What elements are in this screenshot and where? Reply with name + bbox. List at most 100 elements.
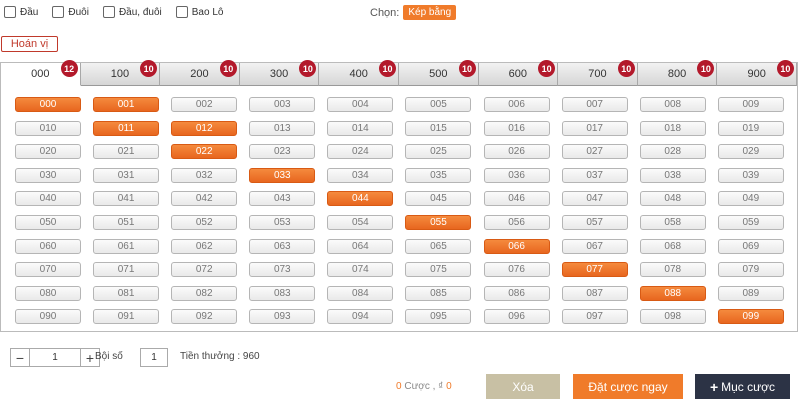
decrement-button[interactable]: − (10, 348, 30, 367)
number-cell-060[interactable]: 060 (15, 238, 81, 254)
number-cell-076[interactable]: 076 (483, 262, 550, 278)
number-cell-028[interactable]: 028 (639, 144, 706, 160)
number-cell-074[interactable]: 074 (327, 262, 394, 278)
number-cell-073[interactable]: 073 (249, 262, 316, 278)
number-cell-064[interactable]: 064 (327, 238, 394, 254)
tab-300[interactable]: 300 10 (239, 60, 320, 86)
number-cell-058[interactable]: 058 (639, 214, 706, 230)
number-cell-055[interactable]: 055 (405, 214, 472, 230)
number-cell-015[interactable]: 015 (405, 120, 472, 136)
number-cell-021[interactable]: 021 (93, 144, 160, 160)
number-cell-052[interactable]: 052 (171, 214, 238, 230)
number-cell-019[interactable]: 019 (717, 120, 784, 136)
number-cell-056[interactable]: 056 (483, 214, 550, 230)
number-cell-088[interactable]: 088 (639, 285, 706, 301)
number-cell-049[interactable]: 049 (717, 191, 784, 207)
number-cell-095[interactable]: 095 (405, 309, 472, 325)
number-cell-079[interactable]: 079 (717, 262, 784, 278)
number-cell-024[interactable]: 024 (327, 144, 394, 160)
number-cell-053[interactable]: 053 (249, 214, 316, 230)
number-cell-000[interactable]: 000 (15, 97, 81, 112)
option-dau-duoi[interactable]: Đầu, đuôi (102, 6, 162, 18)
number-cell-082[interactable]: 082 (171, 285, 238, 301)
tab-700[interactable]: 700 10 (558, 60, 638, 86)
number-cell-018[interactable]: 018 (639, 120, 706, 136)
number-cell-063[interactable]: 063 (249, 238, 316, 254)
number-cell-040[interactable]: 040 (15, 191, 81, 207)
number-cell-025[interactable]: 025 (405, 144, 472, 160)
number-cell-001[interactable]: 001 (93, 97, 160, 112)
number-cell-075[interactable]: 075 (405, 262, 472, 278)
number-cell-013[interactable]: 013 (249, 120, 316, 136)
hoan-vi-button[interactable]: Hoán vị (1, 36, 58, 52)
number-cell-020[interactable]: 020 (15, 144, 81, 160)
number-cell-066[interactable]: 066 (483, 238, 550, 254)
number-cell-042[interactable]: 042 (171, 191, 238, 207)
number-cell-093[interactable]: 093 (249, 309, 316, 325)
number-cell-014[interactable]: 014 (327, 120, 394, 136)
checkbox-bao-lo[interactable] (175, 6, 188, 18)
number-cell-057[interactable]: 057 (561, 214, 628, 230)
option-bao-lo[interactable]: Bao Lô (175, 6, 223, 18)
number-cell-047[interactable]: 047 (561, 191, 628, 207)
tab-900[interactable]: 900 10 (717, 60, 797, 86)
number-cell-011[interactable]: 011 (93, 120, 160, 136)
number-cell-051[interactable]: 051 (93, 214, 160, 230)
number-cell-023[interactable]: 023 (249, 144, 316, 160)
number-cell-027[interactable]: 027 (561, 144, 628, 160)
option-duoi[interactable]: Đuôi (52, 6, 89, 18)
clear-button[interactable]: Xóa (486, 374, 560, 399)
number-cell-008[interactable]: 008 (639, 97, 706, 112)
number-cell-071[interactable]: 071 (93, 262, 160, 278)
number-cell-054[interactable]: 054 (327, 214, 394, 230)
number-cell-070[interactable]: 070 (15, 262, 81, 278)
number-cell-069[interactable]: 069 (717, 238, 784, 254)
place-bet-button[interactable]: Đặt cược ngay (573, 374, 683, 399)
number-cell-002[interactable]: 002 (171, 97, 238, 112)
tab-100[interactable]: 100 10 (80, 60, 161, 86)
number-cell-035[interactable]: 035 (405, 167, 472, 183)
number-cell-067[interactable]: 067 (561, 238, 628, 254)
number-cell-043[interactable]: 043 (249, 191, 316, 207)
number-cell-037[interactable]: 037 (561, 167, 628, 183)
tab-000[interactable]: 000 12 (1, 60, 81, 86)
add-bet-item-button[interactable]: + Mục cược (695, 374, 790, 399)
tab-500[interactable]: 500 10 (398, 60, 479, 86)
number-cell-006[interactable]: 006 (483, 97, 550, 112)
option-dau[interactable]: Đầu (4, 6, 38, 18)
number-cell-030[interactable]: 030 (15, 167, 81, 183)
tab-600[interactable]: 600 10 (478, 60, 559, 86)
number-cell-081[interactable]: 081 (93, 285, 160, 301)
number-cell-099[interactable]: 099 (717, 309, 784, 325)
number-cell-039[interactable]: 039 (717, 167, 784, 183)
number-cell-068[interactable]: 068 (639, 238, 706, 254)
tab-400[interactable]: 400 10 (319, 60, 399, 86)
number-cell-061[interactable]: 061 (93, 238, 160, 254)
number-cell-031[interactable]: 031 (93, 167, 160, 183)
checkbox-dau-duoi[interactable] (102, 6, 115, 18)
number-cell-048[interactable]: 048 (639, 191, 706, 207)
number-cell-007[interactable]: 007 (561, 97, 628, 112)
number-cell-096[interactable]: 096 (483, 309, 550, 325)
number-cell-072[interactable]: 072 (171, 262, 238, 278)
number-cell-065[interactable]: 065 (405, 238, 472, 254)
number-cell-044[interactable]: 044 (327, 191, 394, 207)
number-cell-059[interactable]: 059 (717, 214, 784, 230)
number-cell-033[interactable]: 033 (249, 167, 316, 183)
number-cell-089[interactable]: 089 (717, 285, 784, 301)
number-cell-050[interactable]: 050 (15, 214, 81, 230)
number-cell-087[interactable]: 087 (561, 285, 628, 301)
checkbox-duoi[interactable] (52, 6, 65, 18)
number-cell-098[interactable]: 098 (639, 309, 706, 325)
number-cell-062[interactable]: 062 (171, 238, 238, 254)
number-cell-083[interactable]: 083 (249, 285, 316, 301)
number-cell-004[interactable]: 004 (327, 97, 394, 112)
number-cell-026[interactable]: 026 (483, 144, 550, 160)
number-cell-046[interactable]: 046 (483, 191, 550, 207)
number-cell-094[interactable]: 094 (327, 309, 394, 325)
number-cell-090[interactable]: 090 (15, 309, 81, 325)
number-cell-086[interactable]: 086 (483, 285, 550, 301)
number-cell-012[interactable]: 012 (171, 120, 238, 136)
number-cell-085[interactable]: 085 (405, 285, 472, 301)
number-cell-038[interactable]: 038 (639, 167, 706, 183)
